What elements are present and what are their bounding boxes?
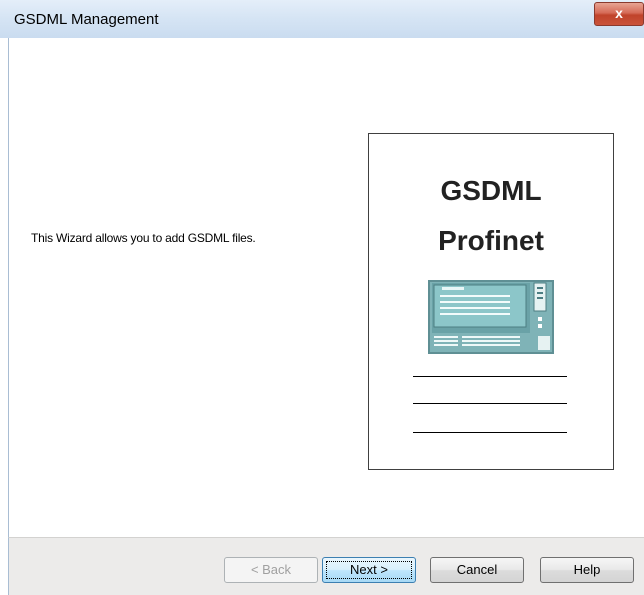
cancel-button-label: Cancel <box>456 562 498 577</box>
profinet-device-icon <box>428 280 554 354</box>
close-button[interactable]: x <box>594 2 644 26</box>
title-bar[interactable]: GSDML Management x <box>0 0 644 38</box>
card-line-1 <box>413 376 567 377</box>
wizard-window: GSDML Management x This Wizard allows yo… <box>0 0 644 595</box>
gsdml-card: GSDML Profinet <box>368 133 614 470</box>
intro-text: This Wizard allows you to add GSDML file… <box>31 231 256 245</box>
help-button[interactable]: Help <box>540 557 634 583</box>
card-line-2 <box>413 403 567 404</box>
window-title: GSDML Management <box>14 11 159 28</box>
next-button[interactable]: Next > <box>322 557 416 583</box>
card-title-gsdml: GSDML <box>440 175 542 206</box>
card-title-profinet: Profinet <box>438 225 544 256</box>
close-icon: x <box>615 5 623 21</box>
cancel-button[interactable]: Cancel <box>430 557 524 583</box>
focus-rectangle <box>326 561 412 579</box>
back-button[interactable]: < Back <box>224 557 318 583</box>
back-button-label: < Back <box>250 562 292 577</box>
help-button-label: Help <box>573 562 601 577</box>
card-line-3 <box>413 432 567 433</box>
